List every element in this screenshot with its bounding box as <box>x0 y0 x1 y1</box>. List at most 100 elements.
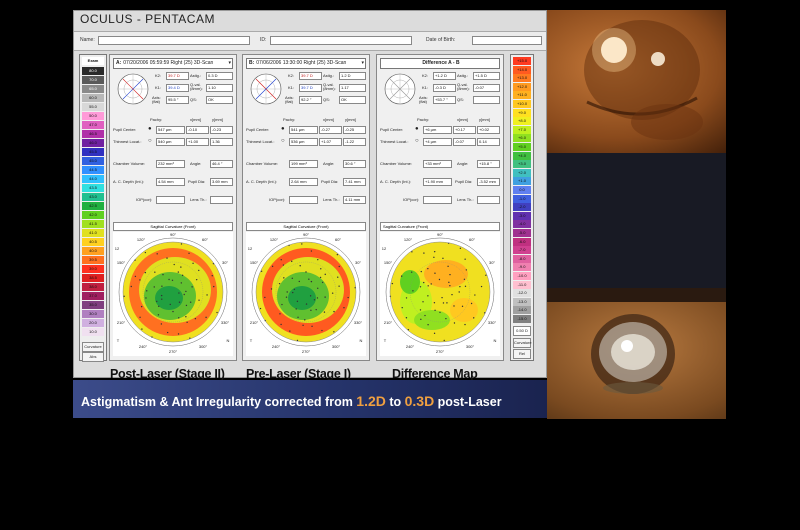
zone-patch <box>400 270 420 294</box>
map-type-selector[interactable]: Sagittal Curvature (Front) <box>113 222 233 231</box>
pupil-dia-label: Pupil Dia: <box>455 179 473 184</box>
iop-label: IOP(cor): <box>269 197 286 202</box>
step-size[interactable]: 0.50 D <box>513 326 531 336</box>
grid-dot <box>185 290 187 293</box>
grid-dot <box>278 282 281 285</box>
curvature-button[interactable]: Curvature <box>513 338 532 348</box>
grid-dot <box>280 323 282 326</box>
map-label-300: 300° <box>199 344 208 349</box>
pupil-center-radio[interactable]: ● <box>415 126 419 132</box>
grid-dot <box>192 262 194 265</box>
map-type-selector[interactable]: Sagittal Curvature (Front) <box>246 222 366 231</box>
banner-to-value: 0.3D <box>404 393 435 409</box>
grid-dot <box>438 278 441 281</box>
scale-value: 50.0 <box>82 112 104 120</box>
thinnest-radio[interactable]: ○ <box>281 138 285 144</box>
grid-dot <box>338 265 340 268</box>
k1-value: -0.3 D <box>433 84 456 92</box>
map-label-120: 120° <box>404 237 413 242</box>
sagittal-curvature-map[interactable]: 90°120° 60°150° 30°210° 330°240° 300°270°12T… <box>113 232 233 356</box>
chevron-down-icon[interactable]: ▾ <box>361 59 364 68</box>
grid-dot <box>405 297 408 299</box>
grid-dot <box>270 288 273 290</box>
chevron-down-icon[interactable]: ▾ <box>228 59 231 68</box>
grid-dot <box>156 253 158 255</box>
name-field[interactable] <box>98 36 250 45</box>
grid-dot <box>141 328 143 330</box>
grid-dot <box>134 275 137 278</box>
pupil-center-radio[interactable]: ● <box>148 126 152 132</box>
grid-dot <box>139 279 141 281</box>
grid-dot <box>156 300 158 303</box>
angle-label: Angle: <box>190 161 202 166</box>
scale-value: 60.0 <box>82 94 104 102</box>
grid-dot <box>449 285 451 287</box>
exam-selector[interactable]: Difference A - B <box>380 58 500 69</box>
scale-value: -14.0 <box>513 306 531 315</box>
grid-dot <box>433 250 436 253</box>
pupil-dia-value: 7.41 mm <box>343 178 366 186</box>
grid-dot <box>310 309 312 312</box>
id-field[interactable] <box>270 36 412 45</box>
grid-dot <box>459 247 462 250</box>
thinnest-value: +4 µm <box>423 138 452 146</box>
grid-dot <box>292 291 294 294</box>
grid-dot <box>311 325 313 327</box>
grid-dot <box>216 311 218 314</box>
grid-dot <box>161 298 163 300</box>
grid-dot <box>423 281 425 284</box>
scale-value: 41.0 <box>82 229 104 237</box>
rel-button[interactable]: Rel <box>513 349 531 359</box>
grid-dot <box>442 302 445 304</box>
scale-header: Exam <box>82 57 104 65</box>
map-label-150: 150° <box>250 260 259 265</box>
grid-dot <box>289 330 291 332</box>
grid-dot <box>485 274 487 277</box>
scale-value: 46.5 <box>82 130 104 138</box>
grid-dot <box>473 317 475 319</box>
exam-label: B: <box>249 60 255 66</box>
abs-button[interactable]: Abs <box>82 352 104 362</box>
map-label-240: 240° <box>406 344 415 349</box>
iop-label: IOP(cor): <box>403 197 420 202</box>
scale-value: 20.0 <box>82 319 104 327</box>
axis-compass-icon <box>117 73 149 105</box>
dob-field[interactable] <box>472 36 542 45</box>
grid-dot <box>301 243 303 245</box>
grid-dot <box>336 253 339 256</box>
grid-dot <box>185 304 188 307</box>
scale-value: 38.5 <box>82 274 104 282</box>
grid-dot <box>420 318 422 321</box>
grid-dot <box>213 285 215 288</box>
k2-label: K2: <box>288 73 295 78</box>
thinnest-value: 536 µm <box>289 138 318 146</box>
pupil-center-y: -0.23 <box>210 126 233 134</box>
thinnest-radio[interactable]: ○ <box>148 138 152 144</box>
eye-photo-top <box>547 10 726 153</box>
grid-dot <box>463 278 466 281</box>
astig-value: +1.5 D <box>473 72 500 80</box>
curvature-button[interactable]: Curvature <box>82 342 104 352</box>
grid-dot <box>401 306 403 309</box>
scale-value: -13.0 <box>513 297 531 306</box>
grid-dot <box>405 317 408 319</box>
scale-value: +10.0 <box>513 100 531 108</box>
pachy-label: Pachy: <box>283 117 296 122</box>
grid-dot <box>259 307 262 310</box>
k1-label: K1: <box>422 85 429 90</box>
grid-dot <box>166 257 168 259</box>
exam-selector[interactable]: B: 07/06/2006 13:30:00 Right (25) 3D-Scan… <box>246 58 366 69</box>
pupil-dia-label: Pupil Dia: <box>321 179 339 184</box>
thinnest-radio[interactable]: ○ <box>415 138 419 144</box>
map-type-selector[interactable]: Sagittal Curvature (Front) <box>380 222 500 231</box>
lens-value <box>210 196 233 204</box>
exam-selector[interactable]: A: 07/20/2006 05:59:59 Right (25) 3D-Scan… <box>113 58 233 69</box>
banner-middle: to <box>385 395 405 409</box>
pupil-center-radio[interactable]: ● <box>281 126 285 132</box>
scale-value: +15.0 <box>513 57 531 65</box>
scale-value: +13.0 <box>513 74 531 83</box>
sagittal-curvature-map[interactable]: 90°120° 60°150° 30°210° 330°240° 300°270°12T… <box>380 232 500 356</box>
sagittal-curvature-map[interactable]: 90°120° 60°150° 30°210° 330°240° 300°270°12T… <box>246 232 366 356</box>
grid-dot <box>480 285 483 288</box>
caption-post-laser: Post-Laser (Stage II) <box>110 367 225 381</box>
